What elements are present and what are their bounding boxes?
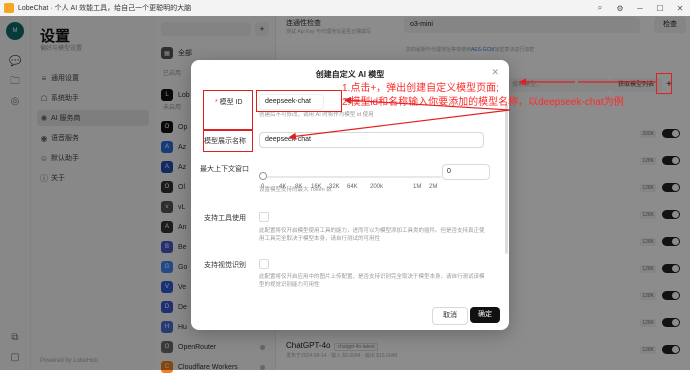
confirm-button[interactable]: 确定: [470, 307, 500, 323]
annotation-box-id-input: [256, 90, 342, 112]
context-window-input[interactable]: 0: [442, 164, 490, 180]
annotation-box-id-label: [203, 90, 253, 130]
app-logo-icon: [4, 3, 14, 13]
window-search-icon[interactable]: ⌕: [590, 3, 610, 13]
context-window-hint: 设置模型支持的最大 Token 数: [259, 187, 332, 193]
window-settings-icon[interactable]: ⚙: [610, 4, 630, 13]
slider-tick-label[interactable]: 200k: [370, 184, 383, 190]
annotation-text: 1.点击+，弹出创建自定义模型页面; 2.模型id和名称输入你要添加的模型名称，…: [342, 83, 624, 108]
slider-tick-label[interactable]: 1M: [413, 184, 421, 190]
function-call-label: 支持工具使用: [204, 215, 246, 222]
maximize-button[interactable]: ☐: [650, 4, 670, 13]
dialog-title: 创建自定义 AI 模型: [315, 70, 385, 79]
context-window-slider[interactable]: [261, 176, 441, 178]
model-id-hint: 创建后不可修改，调用 AI 时将作为模型 id 使用: [259, 112, 374, 118]
slider-handle[interactable]: [259, 172, 267, 180]
window-controls: ⌕ ⚙ ─ ☐ ✕: [590, 0, 690, 16]
cancel-button[interactable]: 取消: [432, 307, 468, 325]
function-call-checkbox[interactable]: [259, 212, 269, 222]
vision-label: 支持视觉识别: [204, 262, 246, 269]
close-window-button[interactable]: ✕: [670, 4, 690, 13]
display-name-input[interactable]: deepseek-chat: [259, 132, 484, 148]
function-call-hint: 此配置将仅开启模型使用工具的能力，进而可以为模型添加工具类的插件。但是否支持真正…: [259, 228, 485, 242]
annotation-box-name-label: [203, 130, 253, 152]
annotation-box-add-button: [656, 73, 672, 94]
close-icon[interactable]: ✕: [491, 67, 499, 78]
vision-checkbox[interactable]: [259, 259, 269, 269]
dialog-scrollbar[interactable]: [505, 104, 508, 254]
slider-tick-label[interactable]: 64K: [347, 184, 358, 190]
vision-hint: 此配置将仅开启应用中的图片上传配置，是否支持识别完全取决于模型本身，请自行测试该…: [259, 274, 485, 288]
window-titlebar: LobeChat · 个人 AI 效能工具，给自己一个更聪明的大脑 ⌕ ⚙ ─ …: [0, 0, 690, 17]
slider-tick-label[interactable]: 2M: [429, 184, 437, 190]
minimize-button[interactable]: ─: [630, 4, 650, 13]
window-title: LobeChat · 个人 AI 效能工具，给自己一个更聪明的大脑: [18, 5, 192, 12]
context-window-label: 最大上下文窗口: [200, 166, 249, 173]
